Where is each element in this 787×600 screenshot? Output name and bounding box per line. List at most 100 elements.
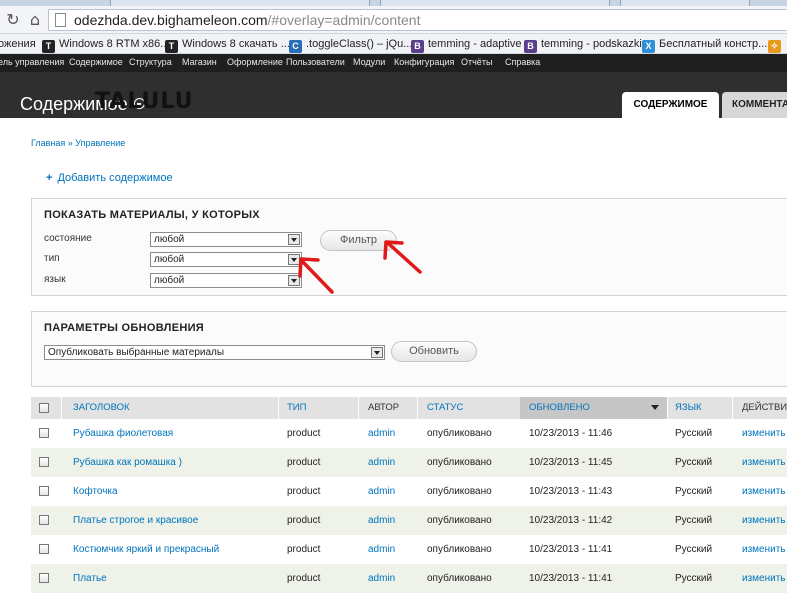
row-title-link[interactable]: Платье (73, 564, 107, 593)
column-title[interactable]: ЗАГОЛОВОК (73, 397, 130, 419)
admin-menu-content[interactable]: Содержимое (69, 57, 123, 67)
bookmark-item[interactable]: ✧ (768, 36, 785, 53)
bookmark-favicon-icon: T (165, 40, 178, 53)
home-icon[interactable]: ⌂ (25, 10, 45, 30)
admin-menu-people[interactable]: Пользователи (286, 57, 345, 67)
admin-menu-dashboard[interactable]: ель управления (0, 57, 64, 67)
status-label: состояние (44, 233, 92, 244)
tab-content[interactable]: СОДЕРЖИМОЕ (622, 92, 719, 118)
row-type: product (287, 544, 321, 555)
row-language: Русский (675, 428, 713, 439)
row-author-link[interactable]: admin (368, 564, 395, 593)
row-checkbox[interactable] (39, 428, 49, 438)
admin-menu-help[interactable]: Справка (505, 57, 540, 67)
row-edit-link[interactable]: изменить (742, 419, 786, 448)
row-edit-link[interactable]: изменить (742, 477, 786, 506)
row-author-link[interactable]: admin (368, 535, 395, 564)
row-type: product (287, 515, 321, 526)
plus-icon: + (46, 172, 53, 184)
row-checkbox[interactable] (39, 457, 49, 467)
row-updated: 10/23/2013 - 11:41 (529, 544, 613, 555)
bookmark-item[interactable]: C .toggleClass() – jQu... (289, 36, 412, 53)
bookmark-item[interactable]: Btemming - podskazki (524, 36, 642, 53)
row-updated: 10/23/2013 - 11:41 (529, 573, 613, 584)
row-author-link[interactable]: admin (368, 477, 395, 506)
row-title-link[interactable]: Рубашка как ромашка ) (73, 448, 182, 477)
row-checkbox[interactable] (39, 544, 49, 554)
row-checkbox[interactable] (39, 573, 49, 583)
row-status: опубликовано (427, 515, 492, 526)
bookmark-item[interactable]: ожения (0, 36, 36, 52)
bookmark-favicon-icon: T (42, 40, 55, 53)
row-author-link[interactable]: admin (368, 448, 395, 477)
update-button[interactable]: Обновить (391, 341, 477, 362)
breadcrumb[interactable]: Главная » Управление (31, 138, 125, 148)
language-select[interactable]: любой (150, 273, 302, 288)
row-title-link[interactable]: Рубашка фиолетовая (73, 419, 173, 448)
row-edit-link[interactable]: изменить (742, 506, 786, 535)
chevron-down-icon (288, 234, 300, 245)
row-checkbox[interactable] (39, 515, 49, 525)
row-edit-link[interactable]: изменить (742, 448, 786, 477)
row-language: Русский (675, 573, 713, 584)
url-input[interactable]: odezhda.dev.bighameleon.com/#overlay=adm… (48, 9, 787, 31)
row-edit-link[interactable]: изменить (742, 535, 786, 564)
bookmark-favicon-icon: ✧ (768, 40, 781, 53)
type-select[interactable]: любой (150, 252, 302, 267)
row-checkbox[interactable] (39, 486, 49, 496)
row-status: опубликовано (427, 428, 492, 439)
filter-panel-title: ПОКАЗАТЬ МАТЕРИАЛЫ, У КОТОРЫХ (44, 209, 260, 221)
row-title-link[interactable]: Костюмчик яркий и прекрасный (73, 535, 219, 564)
bookmarks-bar: ожения T Windows 8 RTM x86... T Windows 8 … (0, 34, 787, 54)
row-updated: 10/23/2013 - 11:45 (529, 457, 613, 468)
column-language[interactable]: ЯЗЫК (675, 397, 702, 419)
admin-menu-modules[interactable]: Модули (353, 57, 385, 67)
table-row: Костюмчик яркий и прекрасный product adm… (31, 535, 787, 564)
address-bar-row: ↻ ⌂ odezhda.dev.bighameleon.com/#overlay… (0, 6, 787, 34)
bookmark-item[interactable]: Btemming - adaptive (411, 36, 522, 53)
row-type: product (287, 457, 321, 468)
annotation-arrow-icon (298, 257, 334, 294)
page-icon (55, 13, 66, 27)
update-panel-title: ПАРАМЕТРЫ ОБНОВЛЕНИЯ (44, 322, 204, 334)
row-author-link[interactable]: admin (368, 506, 395, 535)
type-label: тип (44, 253, 60, 264)
row-updated: 10/23/2013 - 11:46 (529, 428, 613, 439)
reload-icon[interactable]: ↻ (3, 10, 23, 30)
status-select[interactable]: любой (150, 232, 302, 247)
bookmark-item[interactable]: T Windows 8 скачать ... (165, 36, 290, 53)
admin-menu-store[interactable]: Магазин (182, 57, 217, 67)
row-status: опубликовано (427, 457, 492, 468)
chevron-down-icon (371, 347, 383, 358)
update-options-panel: ПАРАМЕТРЫ ОБНОВЛЕНИЯ Опубликовать выбран… (31, 311, 787, 387)
row-status: опубликовано (427, 544, 492, 555)
admin-menu-appearance[interactable]: Оформление (227, 57, 283, 67)
table-header: ЗАГОЛОВОК ТИП АВТОР СТАТУС ОБНОВЛЕНО ЯЗЫ… (31, 397, 787, 419)
row-status: опубликовано (427, 573, 492, 584)
table-row: Платье product admin опубликовано 10/23/… (31, 564, 787, 593)
row-language: Русский (675, 544, 713, 555)
bookmark-item[interactable]: X Бесплатный констр... (642, 36, 767, 53)
bookmark-favicon-icon: B (411, 40, 424, 53)
bookmark-favicon-icon: B (524, 40, 537, 53)
admin-menu-structure[interactable]: Структура (129, 57, 172, 67)
tab-comments[interactable]: КОММЕНТА (722, 92, 787, 118)
add-content-link[interactable]: + Добавить содержимое (46, 172, 173, 184)
row-title-link[interactable]: Кофточка (73, 477, 118, 506)
column-author: АВТОР (368, 402, 400, 413)
admin-menu-reports[interactable]: Отчёты (461, 57, 492, 67)
admin-menu-configuration[interactable]: Конфигурация (394, 57, 454, 67)
column-type[interactable]: ТИП (287, 397, 306, 419)
row-author-link[interactable]: admin (368, 419, 395, 448)
overlay-header: Содержимое TALULU СОДЕРЖИМОЕ КОММЕНТА (0, 72, 787, 118)
column-status[interactable]: СТАТУС (427, 397, 463, 419)
admin-toolbar: ель управления Содержимое Структура Мага… (0, 54, 787, 72)
row-title-link[interactable]: Платье строгое и красивое (73, 506, 198, 535)
select-all-checkbox[interactable] (39, 403, 49, 413)
row-edit-link[interactable]: изменить (742, 564, 786, 593)
table-row: Рубашка как ромашка ) product admin опуб… (31, 448, 787, 477)
bookmark-item[interactable]: T Windows 8 RTM x86... (42, 36, 169, 53)
bulk-action-select[interactable]: Опубликовать выбранные материалы (44, 345, 385, 360)
column-updated[interactable]: ОБНОВЛЕНО (520, 397, 667, 419)
language-label: язык (44, 274, 66, 285)
